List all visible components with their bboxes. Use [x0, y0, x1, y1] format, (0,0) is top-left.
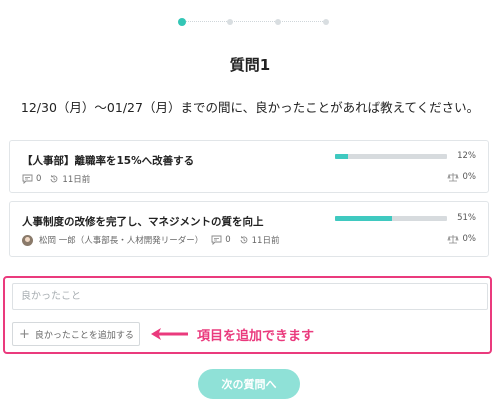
- comment-icon: [211, 235, 222, 245]
- objective-card[interactable]: 【人事部】離職率を15%へ改善する 0 11日前 12% 0%: [9, 140, 489, 193]
- avatar: [22, 234, 33, 246]
- progress-fill: [335, 154, 349, 159]
- objective-meta: 0 11日前: [22, 173, 90, 185]
- history-icon: [50, 175, 58, 183]
- rate-label: 0%: [462, 172, 477, 182]
- objective-card[interactable]: 人事制度の改修を完了し、マネジメントの質を向上 松岡 一郎（人事部長・人材開発リ…: [9, 201, 489, 257]
- question-text: 12/30（月）〜01/27（月）までの間に、良かったことがあれば教えてください…: [20, 100, 480, 115]
- scale-icon: [446, 173, 459, 182]
- owner-name: 松岡 一郎（人事部長・人材開発リーダー）: [39, 236, 204, 246]
- stepper-dot-1: [178, 18, 186, 26]
- objective-meta: 松岡 一郎（人事部長・人材開発リーダー） 0 11日前: [22, 234, 279, 246]
- question-title: 質問1: [229, 56, 271, 74]
- progress-fill: [335, 216, 393, 221]
- progress-percent: 51%: [457, 213, 476, 223]
- add-item-button[interactable]: + 良かったことを追加する: [12, 322, 140, 346]
- stepper-dot-4: [323, 19, 329, 25]
- add-item-label: 良かったことを追加する: [34, 330, 134, 341]
- stepper-dot-3: [275, 19, 281, 25]
- rate-label: 0%: [462, 234, 477, 244]
- stepper-line: [182, 21, 327, 22]
- comment-count: 0: [225, 235, 231, 245]
- objective-title: 人事制度の改修を完了し、マネジメントの質を向上: [22, 216, 264, 228]
- rate-value: 0%: [446, 234, 477, 244]
- progress-bar: [335, 216, 447, 221]
- comment-icon: [22, 174, 33, 184]
- annotation-text: 項目を追加できます: [197, 329, 315, 344]
- plus-icon: +: [19, 326, 30, 342]
- history-icon: [240, 236, 248, 244]
- objective-title: 【人事部】離職率を15%へ改善する: [22, 155, 195, 167]
- updated-date: 11日前: [62, 175, 91, 185]
- arrow-left-icon: [151, 328, 188, 340]
- scale-icon: [446, 235, 459, 244]
- updated-date: 11日前: [251, 236, 280, 246]
- stepper-dot-2: [227, 19, 233, 25]
- progress-percent: 12%: [457, 151, 476, 161]
- comment-count: 0: [36, 174, 42, 184]
- progress-bar: [335, 154, 447, 159]
- next-question-button[interactable]: 次の質問へ: [198, 369, 300, 399]
- good-thing-input[interactable]: [12, 283, 488, 310]
- progress-stepper: [178, 16, 330, 28]
- rate-value: 0%: [446, 172, 477, 182]
